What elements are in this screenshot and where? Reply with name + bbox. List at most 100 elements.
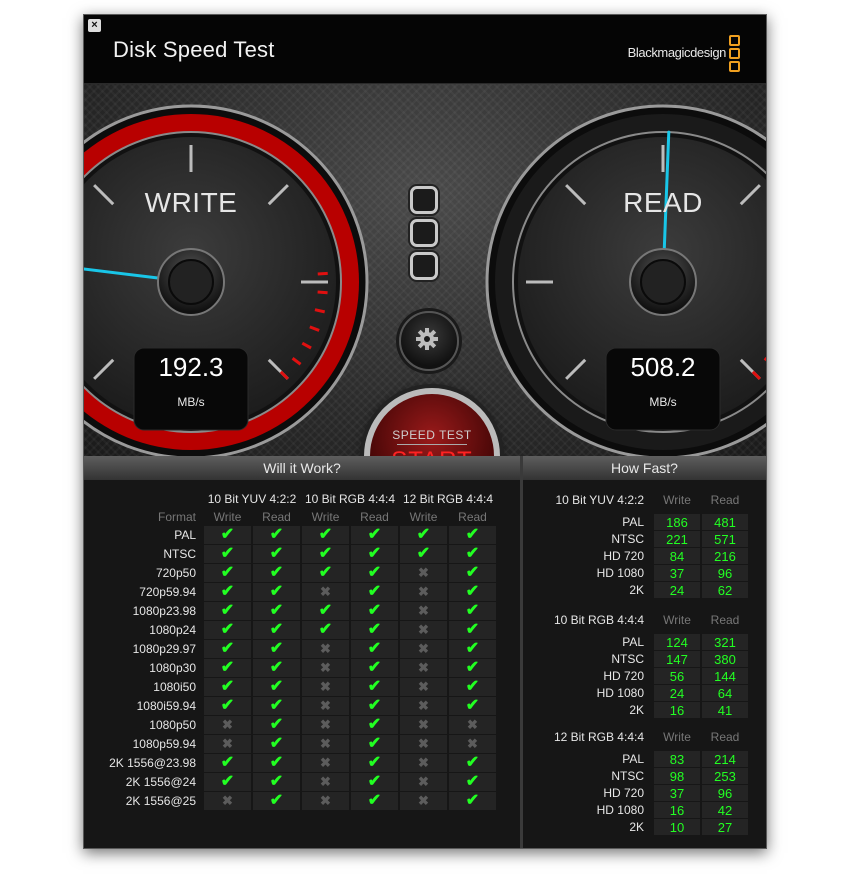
check-icon: ✔ — [269, 659, 284, 676]
how-fast-group: 12 Bit RGB 4:4:4 Write Read PAL 83 214 NTSC 98 2… — [530, 727, 750, 836]
check-icon: ✔ — [220, 564, 235, 581]
table-row: HD 720 56 144 — [532, 668, 748, 684]
format-label: PAL — [622, 515, 644, 529]
cross-icon: ✖ — [320, 736, 331, 751]
read-speed: 380 — [702, 651, 748, 667]
read-speed: 41 — [702, 702, 748, 718]
start-button-divider — [397, 444, 467, 445]
result-cell: ✔ — [449, 583, 496, 601]
read-speed: 144 — [702, 668, 748, 684]
result-cell: ✔ — [351, 640, 398, 658]
result-cell: ✔ — [204, 773, 251, 791]
result-cell: ✔ — [253, 640, 300, 658]
result-cell: ✖ — [302, 716, 349, 734]
write-speed: 56 — [654, 668, 700, 684]
format-label: 1080i59.94 — [136, 699, 196, 713]
check-icon: ✔ — [220, 697, 235, 714]
result-cell: ✖ — [302, 773, 349, 791]
check-icon: ✔ — [269, 754, 284, 771]
cross-icon: ✖ — [467, 717, 478, 732]
cross-icon: ✖ — [320, 679, 331, 694]
check-icon: ✔ — [367, 526, 382, 543]
write-gauge-label: WRITE — [144, 187, 238, 218]
write-speed: 37 — [654, 785, 700, 801]
result-cell: ✖ — [400, 640, 447, 658]
write-gauge-hub-center — [168, 259, 214, 305]
result-cell: ✔ — [204, 621, 251, 639]
write-speed: 147 — [654, 651, 700, 667]
result-cell: ✔ — [204, 564, 251, 582]
check-icon: ✔ — [367, 678, 382, 695]
read-header: Read — [710, 730, 740, 744]
check-icon: ✔ — [465, 640, 480, 657]
format-label: 1080p30 — [149, 661, 196, 675]
format-label: PAL — [622, 635, 644, 649]
start-button-caption: SPEED TEST — [392, 428, 472, 442]
result-cell: ✔ — [302, 526, 349, 544]
result-cell: ✔ — [449, 754, 496, 772]
format-label: 1080p23.98 — [132, 604, 196, 618]
check-icon: ✔ — [465, 583, 480, 600]
check-icon: ✔ — [269, 621, 284, 638]
read-header: Read — [262, 510, 291, 524]
table-row: HD 720 37 96 — [532, 785, 748, 801]
table-row: PAL 83 214 — [532, 751, 748, 767]
settings-button[interactable] — [399, 311, 459, 371]
result-cell: ✖ — [204, 735, 251, 753]
cross-icon: ✖ — [320, 660, 331, 675]
check-icon: ✔ — [367, 735, 382, 752]
format-label: 2K — [629, 583, 644, 597]
will-it-work-header: Will it Work? — [84, 456, 520, 481]
cross-icon: ✖ — [418, 679, 429, 694]
group-header: 10 Bit YUV 4:2:2 — [207, 492, 297, 506]
write-speed: 221 — [654, 531, 700, 547]
result-cell: ✔ — [253, 583, 300, 601]
app-title: Disk Speed Test — [113, 37, 275, 62]
result-cell: ✖ — [204, 716, 251, 734]
result-cell: ✔ — [253, 735, 300, 753]
result-cell: ✔ — [253, 526, 300, 544]
cross-icon: ✖ — [418, 755, 429, 770]
result-cell: ✖ — [449, 735, 496, 753]
result-cell: ✖ — [449, 716, 496, 734]
table-row: 1080p59.94 ✖ ✔ ✖ ✔ ✖ ✖ — [96, 735, 496, 753]
table-row: PAL 124 321 — [532, 634, 748, 650]
brand-logo-icon — [729, 35, 740, 72]
group-header: 10 Bit RGB 4:4:4 — [304, 492, 396, 506]
result-cell: ✔ — [351, 735, 398, 753]
cross-icon: ✖ — [418, 603, 429, 618]
result-cell: ✔ — [449, 792, 496, 810]
cross-icon: ✖ — [418, 736, 429, 751]
check-icon: ✔ — [367, 564, 382, 581]
result-cell: ✔ — [302, 602, 349, 620]
table-row: 1080p24 ✔ ✔ ✔ ✔ ✖ ✔ — [96, 621, 496, 639]
how-fast-group-title: 12 Bit RGB 4:4:4 — [553, 730, 644, 744]
result-cell: ✖ — [400, 716, 447, 734]
check-icon: ✔ — [465, 621, 480, 638]
check-icon: ✔ — [269, 564, 284, 581]
table-row: HD 1080 37 96 — [532, 565, 748, 581]
result-cell: ✖ — [400, 773, 447, 791]
read-readout: 508.2 MB/s — [608, 336, 718, 416]
check-icon: ✔ — [220, 659, 235, 676]
format-label: 1080p24 — [149, 623, 196, 637]
close-button[interactable]: × — [88, 19, 101, 32]
result-cell: ✔ — [204, 659, 251, 677]
table-row: 2K 24 62 — [532, 582, 748, 598]
cross-icon: ✖ — [467, 736, 478, 751]
table-row: 2K 1556@24 ✔ ✔ ✖ ✔ ✖ ✔ — [96, 773, 496, 791]
how-fast-table: 10 Bit RGB 4:4:4 Write Read PAL 124 321 NTSC 14… — [530, 610, 750, 719]
cross-icon: ✖ — [418, 698, 429, 713]
cross-icon: ✖ — [418, 793, 429, 808]
cross-icon: ✖ — [418, 622, 429, 637]
result-cell: ✖ — [302, 735, 349, 753]
format-label: 2K 1556@25 — [125, 794, 196, 808]
check-icon: ✔ — [220, 621, 235, 638]
write-speed: 83 — [654, 751, 700, 767]
result-cell: ✔ — [253, 602, 300, 620]
result-cell: ✔ — [449, 564, 496, 582]
cross-icon: ✖ — [418, 774, 429, 789]
read-speed: 27 — [702, 819, 748, 835]
check-icon: ✔ — [367, 659, 382, 676]
how-fast-header: How Fast? — [523, 456, 766, 481]
